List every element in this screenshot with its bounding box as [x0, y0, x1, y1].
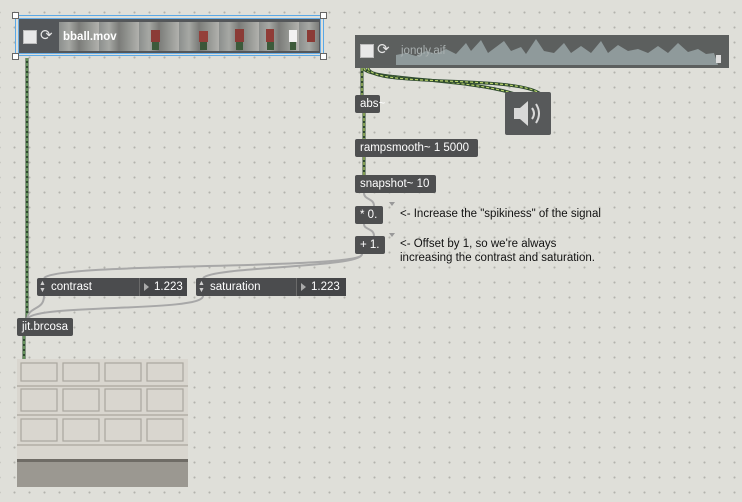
saturation-value[interactable]: 1.223: [296, 278, 346, 296]
control-cord-add: [363, 223, 375, 237]
resize-handle-bl[interactable]: [12, 53, 19, 60]
audio-filename: jongly.aif: [401, 45, 446, 57]
resize-handle-tl[interactable]: [12, 12, 19, 19]
triangle-icon: [301, 283, 306, 291]
inlet-arrow: [389, 233, 395, 237]
rampsmooth-object[interactable]: rampsmooth~ 1 5000: [355, 139, 478, 157]
abs-object[interactable]: abs~: [355, 95, 385, 113]
resize-handle-tr[interactable]: [320, 12, 327, 19]
control-cord-saturation-out: [27, 295, 204, 319]
speaker-toggle[interactable]: [505, 92, 551, 135]
stepper-arrows-icon[interactable]: ▲ ▼: [198, 280, 205, 294]
signal-cord-right: [366, 67, 544, 97]
speaker-icon: [514, 101, 540, 126]
audio-marker: [716, 55, 721, 63]
comment-spikiness: <- Increase the "spikiness" of the signa…: [400, 208, 601, 220]
inlet-arrow: [389, 202, 395, 206]
play-toggle-icon[interactable]: [23, 30, 37, 44]
video-output-window[interactable]: [17, 359, 188, 487]
saturation-label: saturation: [210, 281, 261, 293]
multiply-object[interactable]: * 0.: [355, 206, 383, 224]
stepper-arrows-icon[interactable]: ▲ ▼: [39, 280, 46, 294]
play-toggle-icon[interactable]: [360, 44, 374, 58]
contrast-label: contrast: [51, 281, 92, 293]
movie-filename: bball.mov: [63, 31, 117, 43]
control-cord-contrast: [43, 253, 363, 279]
comment-offset-line2: increasing the contrast and saturation.: [400, 252, 595, 264]
control-cord-mult: [363, 192, 375, 207]
garage-door-image: [17, 359, 188, 487]
loop-icon[interactable]: ⟳: [40, 28, 53, 44]
snapshot-object[interactable]: snapshot~ 10: [355, 175, 436, 193]
triangle-icon: [144, 283, 149, 291]
resize-handle-br[interactable]: [320, 53, 327, 60]
contrast-value[interactable]: 1.223: [139, 278, 187, 296]
comment-offset-line1: <- Offset by 1, so we're always: [400, 238, 557, 250]
brcosa-object[interactable]: jit.brcosa: [17, 318, 73, 336]
saturation-attribute[interactable]: ▲ ▼ saturation 1.223: [196, 278, 346, 296]
contrast-attribute[interactable]: ▲ ▼ contrast 1.223: [37, 278, 187, 296]
audio-player[interactable]: ⟳ jongly.aif: [355, 35, 729, 68]
add-object[interactable]: + 1.: [355, 236, 385, 254]
movie-player[interactable]: ⟳ bball.mov: [18, 18, 321, 54]
loop-icon[interactable]: ⟳: [377, 42, 390, 58]
